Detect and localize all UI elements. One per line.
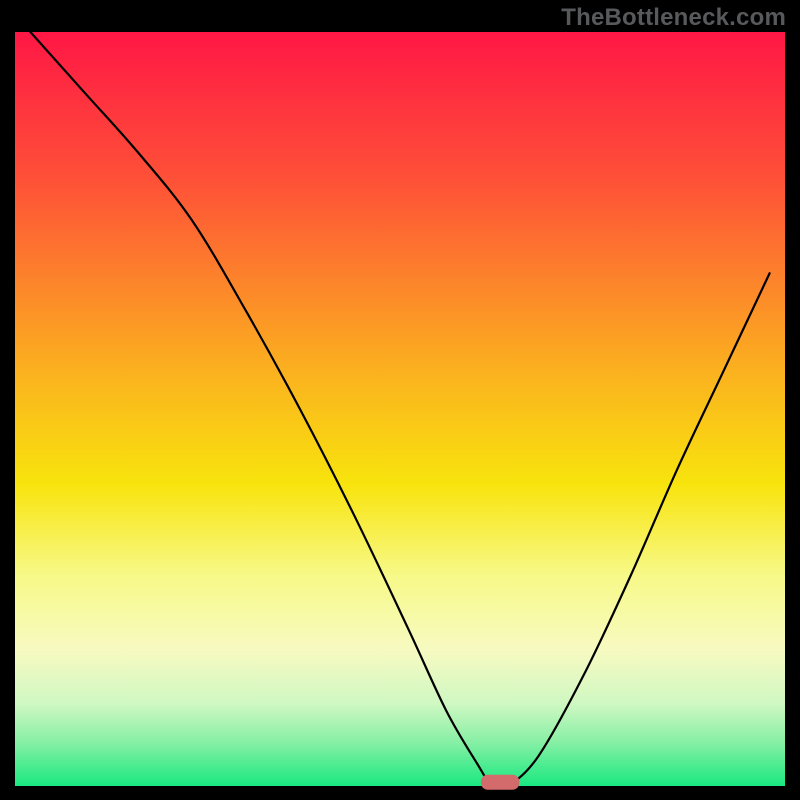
optimal-marker [481,775,519,790]
chart-frame: { "watermark": "TheBottleneck.com", "cha… [0,0,800,800]
watermark-text: TheBottleneck.com [561,4,786,32]
bottleneck-chart [0,0,800,800]
